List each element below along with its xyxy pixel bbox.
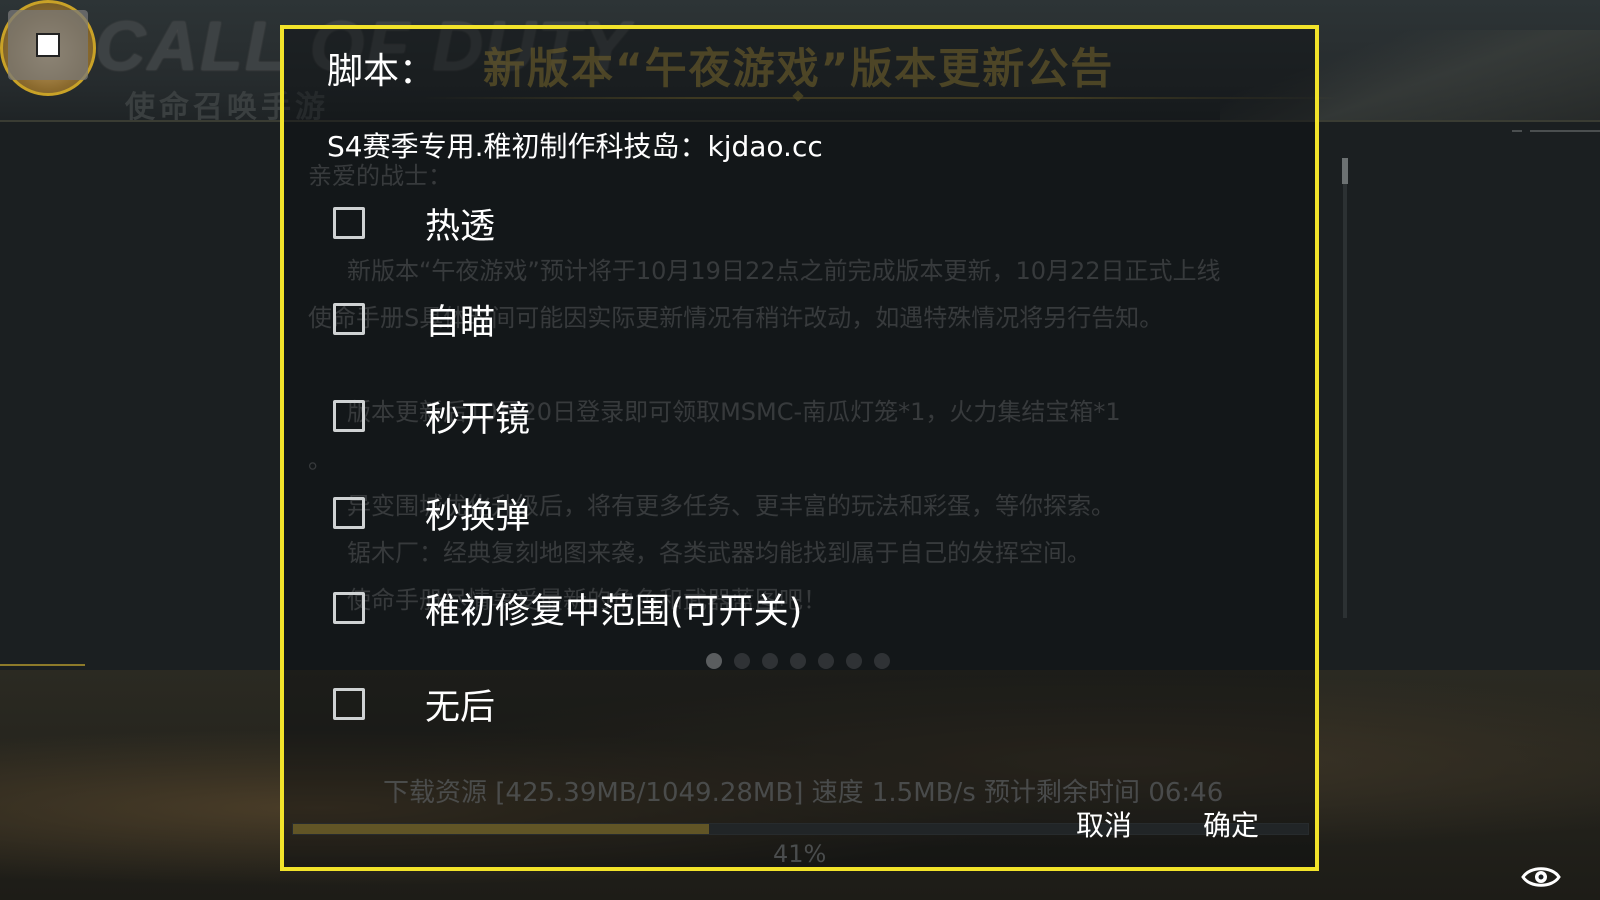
option-medium-range[interactable]: 稚初修复中范围(可开关) bbox=[333, 584, 802, 632]
option-checkbox[interactable] bbox=[333, 303, 365, 335]
option-label: 热透 bbox=[425, 206, 496, 247]
option-label: 秒换弹 bbox=[425, 496, 531, 537]
cancel-button[interactable]: 取消 bbox=[1070, 800, 1138, 848]
decor-line bbox=[0, 664, 85, 666]
option-checkbox[interactable] bbox=[333, 400, 365, 432]
announcement-scrollbar-thumb[interactable] bbox=[1342, 158, 1348, 184]
option-instant-reload[interactable]: 秒换弹 bbox=[333, 489, 530, 537]
option-checkbox[interactable] bbox=[333, 688, 365, 720]
dialog-subtitle: S4赛季专用.稚初制作科技岛：kjdao.cc bbox=[327, 130, 823, 163]
option-checkbox[interactable] bbox=[333, 592, 365, 624]
confirm-button[interactable]: 确定 bbox=[1197, 800, 1265, 848]
option-instant-scope[interactable]: 秒开镜 bbox=[333, 392, 530, 440]
option-label: 无后 bbox=[425, 687, 496, 728]
announcement-scrollbar[interactable] bbox=[1343, 158, 1347, 618]
dialog-title: 脚本： bbox=[327, 51, 436, 92]
option-label: 秒开镜 bbox=[425, 399, 531, 440]
option-aimbot[interactable]: 自瞄 bbox=[333, 295, 495, 343]
eye-icon[interactable] bbox=[1521, 864, 1561, 890]
option-checkbox[interactable] bbox=[333, 207, 365, 239]
decor-line-right bbox=[1530, 130, 1600, 132]
stop-button[interactable] bbox=[8, 10, 88, 80]
stop-icon bbox=[36, 33, 60, 57]
option-heat-vision[interactable]: 热透 bbox=[333, 199, 495, 247]
option-label: 稚初修复中范围(可开关) bbox=[425, 591, 803, 632]
decor-dash bbox=[1512, 130, 1522, 132]
option-no-recoil[interactable]: 无后 bbox=[333, 680, 495, 728]
option-checkbox[interactable] bbox=[333, 497, 365, 529]
option-label: 自瞄 bbox=[425, 302, 496, 343]
